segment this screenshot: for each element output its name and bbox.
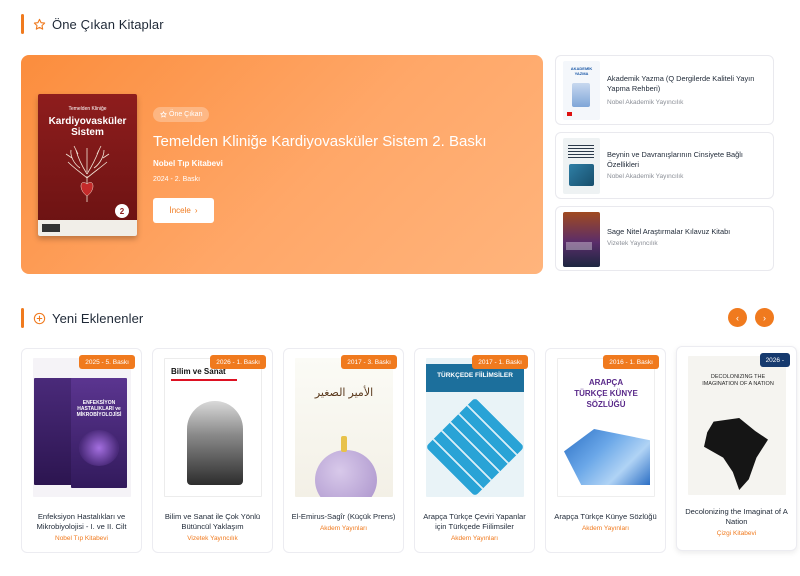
cover-logo	[567, 112, 572, 116]
book-publisher[interactable]: Çizgi Kitabevi	[681, 530, 792, 537]
book-title[interactable]: El-Emirus-Sagîr (Küçük Prens)	[290, 512, 397, 522]
book-card[interactable]: Bilim ve Sanat 2026 - 1. Baskı Bilim ve …	[152, 348, 273, 553]
edition-badge: 2026 - 1. Baskı	[210, 355, 266, 369]
edition-badge: 2	[115, 204, 129, 218]
side-book-cover[interactable]	[563, 138, 600, 194]
heart-tree-illustration	[65, 145, 110, 202]
book-cover-text: ARAPÇA TÜRKÇE KÜNYE SÖZLÜĞÜ	[574, 378, 638, 409]
side-book-title[interactable]: Beynin ve Davranışlarının Cinsiyete Bağl…	[607, 150, 765, 170]
book-title[interactable]: Bilim ve Sanat ile Çok Yönlü Bütüncül Ya…	[159, 512, 266, 532]
side-cover-text: AKADEMİK YAZMA	[570, 66, 593, 76]
book-cover-text: الأمير الصغير	[314, 387, 374, 399]
side-book-cover[interactable]	[563, 212, 600, 267]
book-card[interactable]: DECOLONIZING THE IMAGINATION OF A NATION…	[676, 346, 797, 551]
recent-section-header: Yeni Eklenenler	[21, 308, 143, 328]
edition-badge: 2016 - 1. Baskı	[603, 355, 659, 369]
star-icon	[32, 17, 46, 31]
cube-illustration	[426, 397, 524, 497]
inspect-button-label: İncele	[169, 206, 191, 215]
featured-hero-card[interactable]: Temelden Kliniğe Kardiyovasküler Sistem …	[21, 55, 543, 274]
book-cover-text: DECOLONIZING THE IMAGINATION OF A NATION	[702, 374, 774, 387]
cover-illustration	[79, 430, 119, 466]
side-book-card[interactable]: AKADEMİK YAZMA Akademik Yazma (Q Dergile…	[555, 55, 774, 125]
hero-year-edition: 2024 - 2. Baskı	[153, 176, 201, 183]
author-portrait	[187, 401, 243, 485]
book-card[interactable]: ENFEKSİYON HASTALIKLARI ve MİKROBİYOLOJİ…	[21, 348, 142, 553]
side-book-publisher: Vizetek Yayıncılık	[607, 240, 658, 247]
book-title[interactable]: Decolonizing the Imaginat of A Nation	[683, 507, 790, 527]
book-cover[interactable]: ARAPÇA TÜRKÇE KÜNYE SÖZLÜĞÜ	[557, 358, 655, 497]
book-card[interactable]: الأمير الصغير 2017 - 3. Baskı El-Emirus-…	[283, 348, 404, 553]
cover-text-lines	[568, 145, 594, 159]
edition-badge: 2017 - 3. Baskı	[341, 355, 397, 369]
featured-badge: Öne Çıkan	[153, 107, 210, 122]
book-cover[interactable]: ENFEKSİYON HASTALIKLARI ve MİKROBİYOLOJİ…	[33, 358, 131, 497]
publisher-logo	[42, 224, 60, 232]
book-cover[interactable]: Bilim ve Sanat	[164, 358, 262, 497]
arrow-right-icon: ›	[194, 206, 198, 215]
inspect-button[interactable]: İncele ›	[153, 198, 214, 223]
cover-text-block	[566, 242, 592, 250]
chevron-left-icon: ‹	[736, 312, 739, 323]
book-card[interactable]: ARAPÇA TÜRKÇE KÜNYE SÖZLÜĞÜ 2016 - 1. Ba…	[545, 348, 666, 553]
book-cover[interactable]: TÜRKÇEDE FİİLİMSİLER	[426, 358, 524, 497]
book-cover[interactable]: DECOLONIZING THE IMAGINATION OF A NATION	[688, 356, 786, 495]
side-book-title[interactable]: Akademik Yazma (Q Dergilerde Kaliteli Ya…	[607, 74, 765, 94]
hero-cover-title: Kardiyovasküler Sistem	[48, 116, 127, 138]
book-title[interactable]: Enfeksiyon Hastalıkları ve Mikrobiyoloji…	[28, 512, 135, 532]
side-book-publisher: Nobel Akademik Yayıncılık	[607, 173, 684, 180]
hero-book-cover[interactable]: Temelden Kliniğe Kardiyovasküler Sistem …	[38, 94, 137, 236]
side-book-publisher: Nobel Akademik Yayıncılık	[607, 99, 684, 106]
edition-badge: 2017 - 1. Baskı	[472, 355, 528, 369]
little-prince-figure	[341, 436, 347, 452]
featured-badge-label: Öne Çıkan	[169, 111, 203, 118]
book-title[interactable]: Arapça Türkçe Çeviri Yapanlar için Türkç…	[421, 512, 528, 532]
edition-badge: 2026 -	[759, 353, 790, 367]
cover-subtitle-line	[171, 379, 237, 381]
star-icon	[160, 111, 167, 118]
side-book-title[interactable]: Sage Nitel Araştırmalar Kılavuz Kitabı	[607, 227, 765, 237]
hero-book-title[interactable]: Temelden Kliniğe Kardiyovasküler Sistem …	[153, 133, 487, 150]
book-cover[interactable]: الأمير الصغير	[295, 358, 393, 497]
edition-badge: 2025 - 5. Baskı	[79, 355, 135, 369]
book-title[interactable]: Arapça Türkçe Künye Sözlüğü	[552, 512, 659, 522]
cover-illustration	[572, 83, 590, 107]
planet-illustration	[315, 450, 377, 497]
book-cover-text: ENFEKSİYON HASTALIKLARI ve MİKROBİYOLOJİ…	[76, 400, 122, 418]
featured-section-header: Öne Çıkan Kitaplar	[21, 14, 164, 34]
carousel-prev-button[interactable]: ‹	[728, 308, 747, 327]
side-book-card[interactable]: Beynin ve Davranışlarının Cinsiyete Bağl…	[555, 132, 774, 199]
book-cover-text: TÜRKÇEDE FİİLİMSİLER	[437, 372, 513, 379]
africa-map-illustration	[704, 418, 768, 490]
book-publisher[interactable]: Akdem Yayınları	[419, 535, 530, 542]
featured-section-title: Öne Çıkan Kitaplar	[52, 16, 164, 32]
hero-publisher: Nobel Tıp Kitabevi	[153, 159, 223, 168]
book-publisher[interactable]: Nobel Tıp Kitabevi	[26, 535, 137, 542]
book-card[interactable]: TÜRKÇEDE FİİLİMSİLER 2017 - 1. Baskı Ara…	[414, 348, 535, 553]
cube-illustration	[564, 429, 650, 485]
chevron-right-icon: ›	[763, 312, 766, 323]
side-book-cover[interactable]: AKADEMİK YAZMA	[563, 61, 600, 120]
book-publisher[interactable]: Akdem Yayınları	[288, 525, 399, 532]
carousel-next-button[interactable]: ›	[755, 308, 774, 327]
recent-section-title: Yeni Eklenenler	[52, 310, 144, 326]
side-book-card[interactable]: Sage Nitel Araştırmalar Kılavuz Kitabı V…	[555, 206, 774, 271]
book-publisher[interactable]: Vizetek Yayıncılık	[157, 535, 268, 542]
section-accent-bar	[21, 308, 24, 328]
cover-illustration	[569, 164, 594, 186]
plus-circle-icon	[32, 311, 46, 325]
section-accent-bar	[21, 14, 24, 34]
book-publisher[interactable]: Akdem Yayınları	[550, 525, 661, 532]
hero-cover-top-text: Temelden Kliniğe	[68, 106, 107, 112]
book-volume-2: ENFEKSİYON HASTALIKLARI ve MİKROBİYOLOJİ…	[71, 378, 127, 488]
